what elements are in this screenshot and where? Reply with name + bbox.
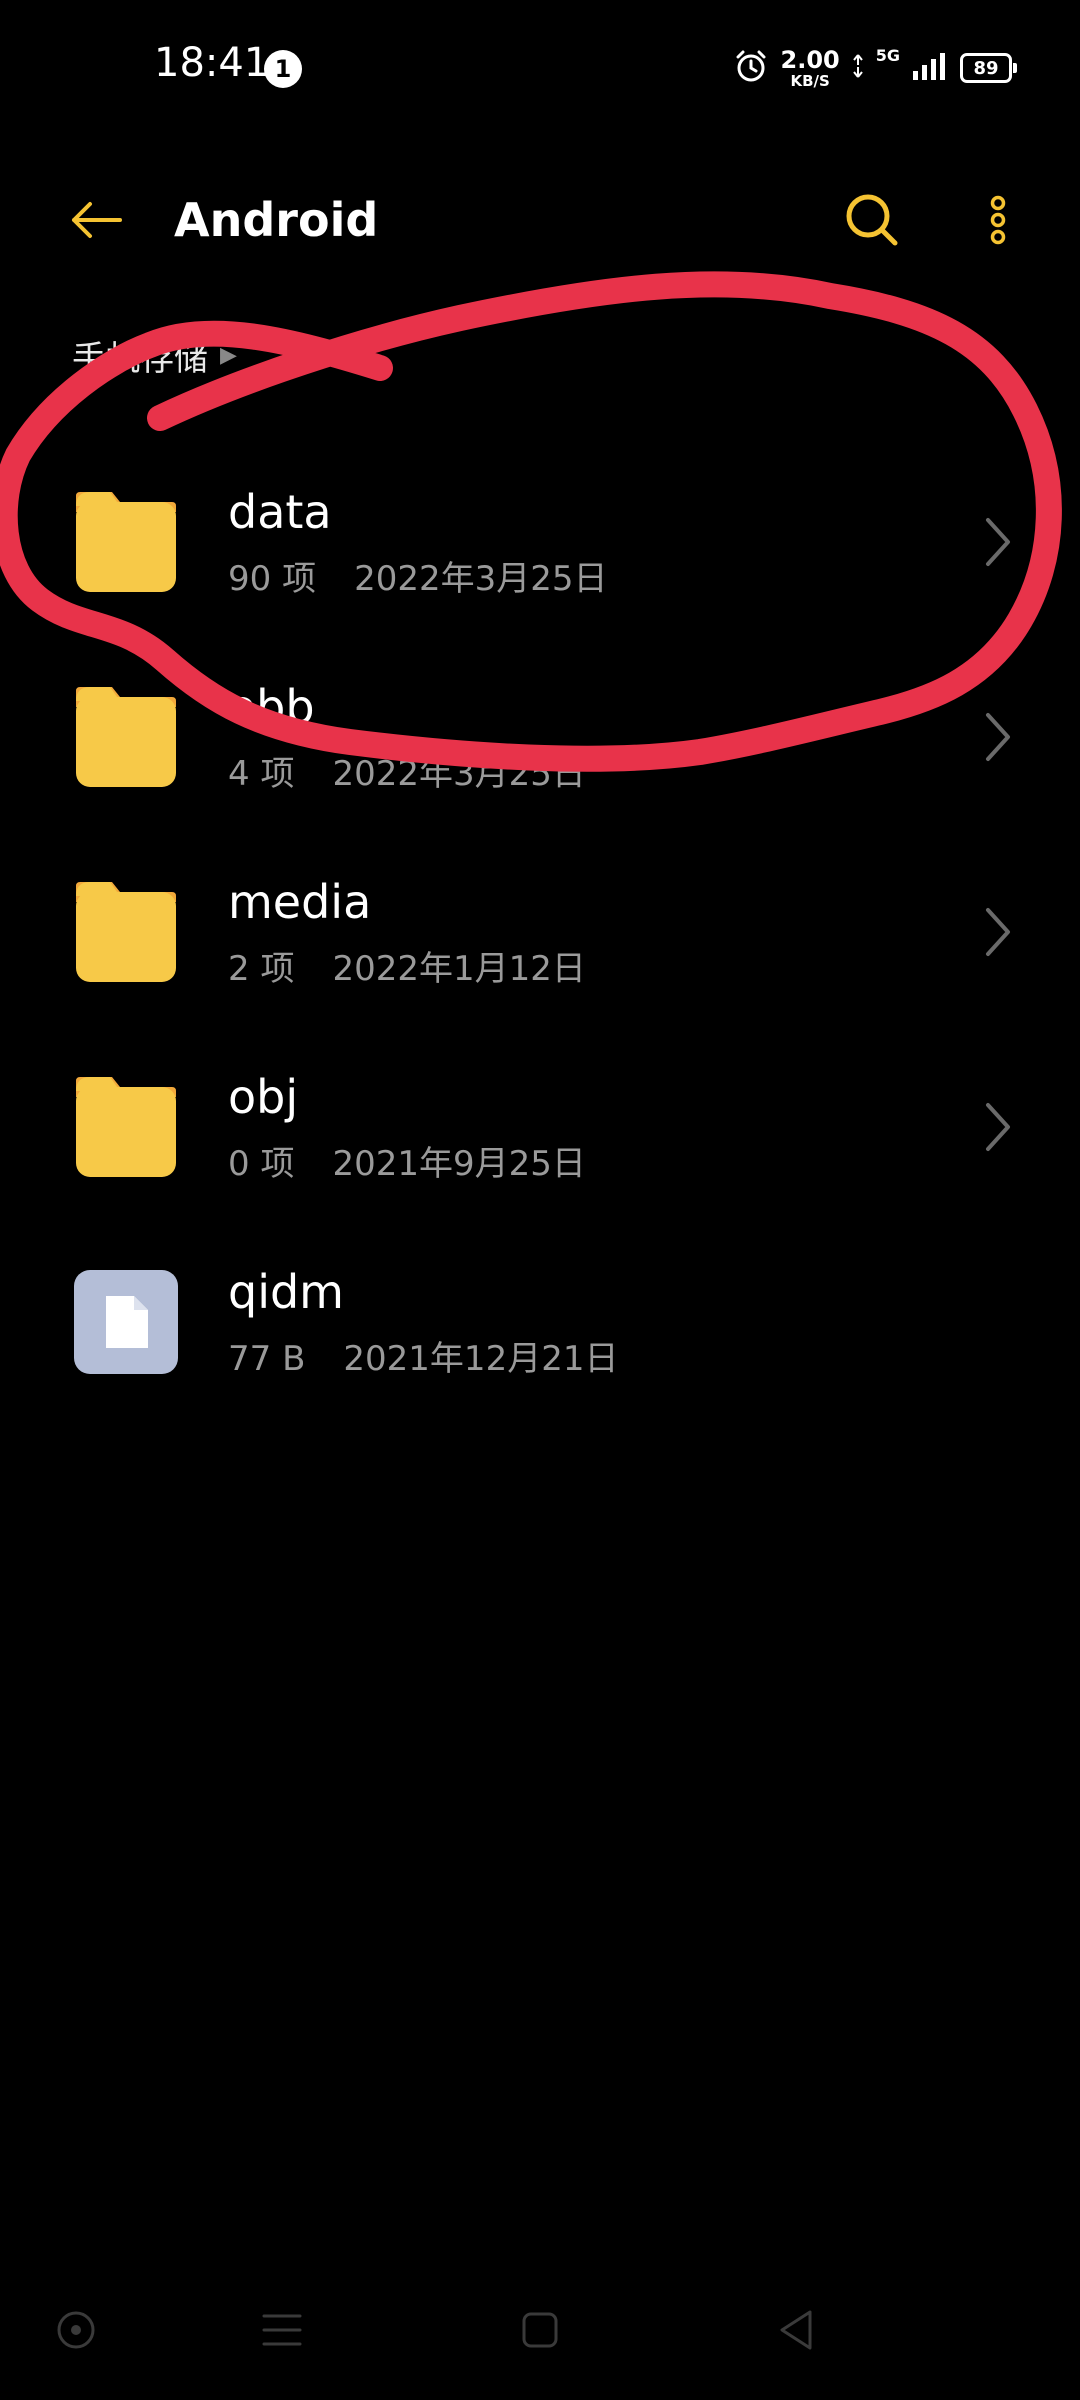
home-button[interactable] [510, 2300, 570, 2360]
breadcrumb: 手机存储 ▶ [72, 330, 237, 380]
assistant-dot-icon [57, 2311, 95, 2349]
network-speed-value: 2.00 [780, 45, 840, 74]
status-time: 18:41 [154, 40, 270, 86]
file-count: 2 项 [228, 949, 295, 989]
file-list: data 90 项 2022年3月25日 obb 4 项 2022年3月25日 [0, 440, 1080, 1415]
menu-lines-icon [262, 2314, 302, 2346]
document-icon [74, 1270, 178, 1374]
file-meta: 2 项 2022年1月12日 [228, 948, 586, 990]
chevron-right-icon [986, 518, 1010, 566]
more-vertical-icon [990, 195, 1006, 245]
search-icon [846, 194, 898, 246]
file-name: obb [228, 680, 315, 734]
back-button[interactable] [56, 180, 136, 260]
battery-icon: 89 [960, 53, 1017, 83]
file-meta: 4 项 2022年3月25日 [228, 753, 586, 795]
file-row-qidm[interactable]: qidm 77 B 2021年12月21日 [0, 1220, 1080, 1415]
back-arrow-icon [72, 202, 122, 238]
page-title: Android [174, 193, 379, 247]
file-meta: 90 项 2022年3月25日 [228, 558, 608, 600]
file-row-media[interactable]: media 2 项 2022年1月12日 [0, 830, 1080, 1025]
file-date: 2022年1月12日 [332, 949, 586, 989]
status-bar: 18:41 1 2.00 KB/S 5G 89 [0, 0, 1080, 136]
folder-icon [76, 1077, 176, 1177]
back-triangle-icon [780, 2310, 812, 2350]
chevron-right-icon [986, 908, 1010, 956]
breadcrumb-item-phone-storage[interactable]: 手机存储 [72, 331, 208, 380]
chevron-right-icon [986, 1103, 1010, 1151]
file-count: 4 项 [228, 754, 295, 794]
file-meta: 77 B 2021年12月21日 [228, 1338, 618, 1380]
search-button[interactable] [832, 180, 912, 260]
file-name: obj [228, 1070, 299, 1124]
data-transfer-icon [852, 53, 864, 83]
file-date: 2021年9月25日 [332, 1144, 586, 1184]
folder-icon [76, 492, 176, 592]
alarm-icon [733, 48, 769, 88]
network-speed-unit: KB/S [790, 71, 830, 90]
folder-icon [76, 687, 176, 787]
chevron-right-icon [986, 713, 1010, 761]
screen: 18:41 1 2.00 KB/S 5G 89 Android 手机存储 ▶ d… [0, 0, 1080, 2400]
home-square-icon [522, 2312, 558, 2348]
file-row-obb[interactable]: obb 4 项 2022年3月25日 [0, 635, 1080, 830]
file-name: data [228, 485, 332, 539]
more-options-button[interactable] [958, 180, 1038, 260]
file-name: media [228, 875, 372, 929]
app-bar: Android [0, 160, 1080, 280]
file-row-obj[interactable]: obj 0 项 2021年9月25日 [0, 1025, 1080, 1220]
file-count: 90 项 [228, 559, 317, 599]
notification-badge: 1 [264, 50, 302, 88]
network-type: 5G [875, 46, 900, 65]
breadcrumb-separator-icon: ▶ [220, 342, 237, 368]
file-count: 0 项 [228, 1144, 295, 1184]
file-date: 2022年3月25日 [354, 559, 608, 599]
file-date: 2021年12月21日 [343, 1339, 619, 1379]
file-name: qidm [228, 1265, 344, 1319]
file-date: 2022年3月25日 [332, 754, 586, 794]
network-speed: 2.00 KB/S [781, 48, 840, 89]
file-meta: 0 项 2021年9月25日 [228, 1143, 586, 1185]
signal-icon [912, 51, 948, 85]
file-row-data[interactable]: data 90 项 2022年3月25日 [0, 440, 1080, 635]
file-size: 77 B [228, 1339, 306, 1379]
navigation-bar [0, 2280, 1080, 2380]
nav-back-button[interactable] [766, 2300, 826, 2360]
assistant-button[interactable] [46, 2300, 106, 2360]
status-icons: 2.00 KB/S 5G 89 [733, 44, 1017, 92]
folder-icon [76, 882, 176, 982]
recents-button[interactable] [252, 2300, 312, 2360]
